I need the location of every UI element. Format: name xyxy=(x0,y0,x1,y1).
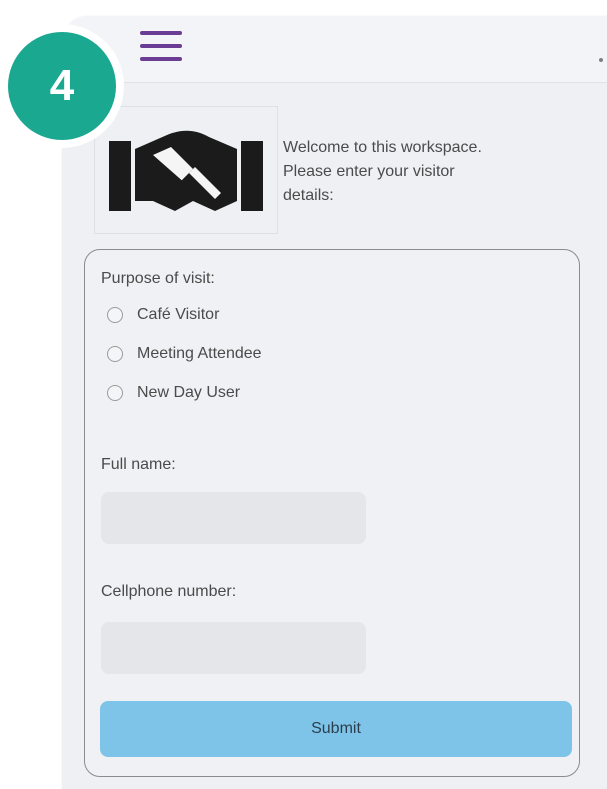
hamburger-menu-icon[interactable] xyxy=(140,29,182,63)
cellphone-input[interactable] xyxy=(101,622,366,674)
radio-circle-icon[interactable] xyxy=(107,346,123,362)
welcome-line: details: xyxy=(283,187,334,204)
top-bar xyxy=(62,16,607,83)
menu-line xyxy=(140,44,182,48)
menu-line xyxy=(140,57,182,61)
step-number: 4 xyxy=(8,32,116,140)
welcome-line: Welcome to this workspace. xyxy=(283,139,482,156)
visitor-app-screen: Welcome to this workspace. Please enter … xyxy=(62,16,607,789)
radio-circle-icon[interactable] xyxy=(107,385,123,401)
menu-line xyxy=(140,31,182,35)
radio-cafe-visitor[interactable]: Café Visitor xyxy=(107,303,219,327)
handshake-icon xyxy=(109,130,263,211)
step-badge: 4 xyxy=(0,24,124,148)
radio-meeting-attendee[interactable]: Meeting Attendee xyxy=(107,342,262,366)
welcome-message: Welcome to this workspace. Please enter … xyxy=(283,136,583,208)
radio-label: Meeting Attendee xyxy=(137,345,262,362)
radio-label: Café Visitor xyxy=(137,306,220,323)
purpose-label: Purpose of visit: xyxy=(101,270,215,287)
full-name-input[interactable] xyxy=(101,492,366,544)
radio-circle-icon[interactable] xyxy=(107,307,123,323)
app-stage: Welcome to this workspace. Please enter … xyxy=(0,0,607,789)
submit-button[interactable]: Submit xyxy=(100,701,572,757)
cellphone-label: Cellphone number: xyxy=(101,583,237,600)
full-name-label: Full name: xyxy=(101,456,176,473)
overflow-menu-icon[interactable] xyxy=(599,58,603,62)
visitor-form: Purpose of visit: Café Visitor Meeting A… xyxy=(84,249,580,777)
handshake-logo xyxy=(94,106,278,234)
radio-new-day-user[interactable]: New Day User xyxy=(107,381,240,405)
radio-label: New Day User xyxy=(137,384,241,401)
welcome-line: Please enter your visitor xyxy=(283,163,455,180)
